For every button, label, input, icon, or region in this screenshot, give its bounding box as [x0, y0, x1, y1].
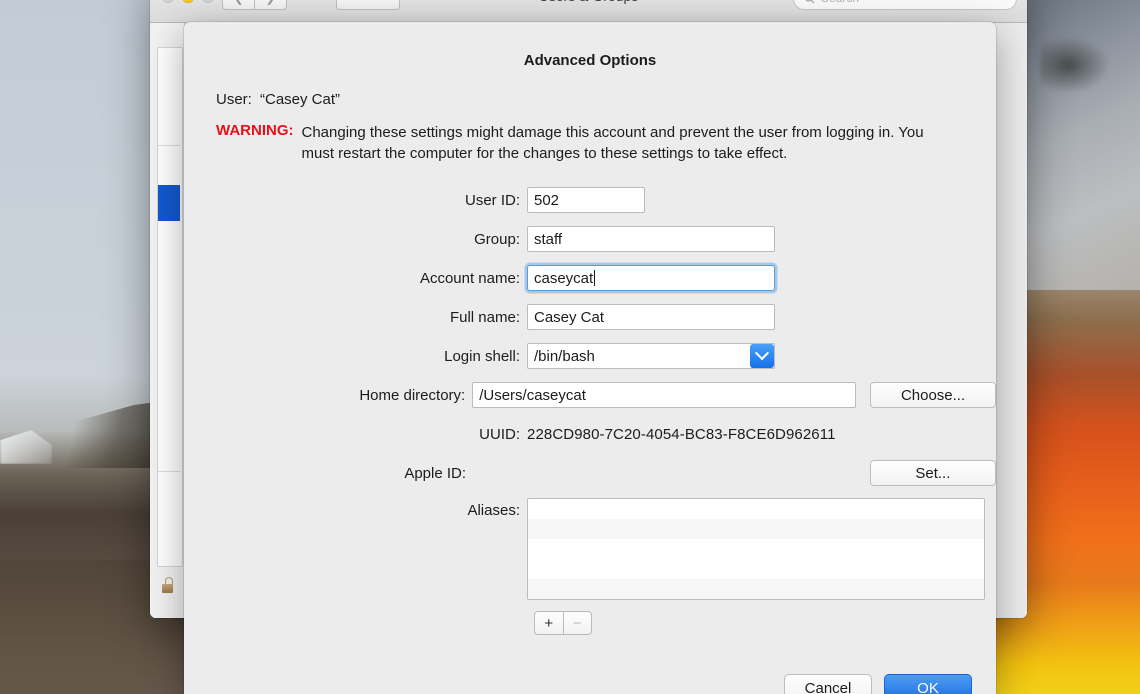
full-name-value: Casey Cat [534, 309, 604, 326]
home-directory-value: /Users/caseycat [479, 387, 586, 404]
user-label: User: [216, 91, 260, 108]
choose-button[interactable]: Choose... [870, 382, 996, 408]
ok-button[interactable]: OK [884, 674, 972, 694]
advanced-options-form: User ID: 502 Group: staff Account name: … [184, 186, 996, 635]
full-name-row: Full name: Casey Cat [184, 303, 996, 331]
warning-row: WARNING: Changing these settings might d… [216, 122, 996, 164]
full-name-label: Full name: [184, 309, 527, 326]
uuid-value: 228CD980-7C20-4054-BC83-F8CE6D962611 [527, 426, 836, 443]
account-name-row: Account name: caseycat [184, 264, 996, 292]
sheet-title: Advanced Options [184, 52, 996, 69]
window-titlebar: ❮ ❯ •••• Users & Groups Search [150, 0, 1027, 23]
alias-list-row [528, 519, 984, 539]
sidebar-item-selected-user[interactable] [158, 185, 180, 221]
aliases-add-remove-group[interactable]: + − [534, 611, 592, 635]
alias-list-row [528, 559, 984, 579]
cancel-button[interactable]: Cancel [784, 674, 872, 694]
account-name-input[interactable]: caseycat [527, 265, 775, 291]
search-field[interactable]: Search [793, 0, 1017, 10]
text-caret [594, 270, 595, 286]
user-row: User: “Casey Cat” [216, 91, 996, 108]
login-shell-input[interactable]: /bin/bash [527, 343, 775, 369]
alias-list-row [528, 499, 984, 519]
warning-label: WARNING: [216, 122, 294, 164]
login-shell-combobox[interactable]: /bin/bash [527, 343, 775, 369]
sheet-action-buttons: Cancel OK [784, 674, 972, 694]
sidebar-divider [158, 145, 180, 146]
chevron-down-icon [755, 346, 769, 360]
alias-list-row [528, 539, 984, 559]
group-value: staff [534, 231, 562, 248]
lock-body [162, 584, 173, 593]
add-alias-button[interactable]: + [534, 611, 564, 635]
login-shell-dropdown-button[interactable] [750, 344, 774, 368]
warning-text: Changing these settings might damage thi… [302, 122, 938, 164]
user-value: “Casey Cat” [260, 91, 340, 108]
home-directory-row: Home directory: /Users/caseycat Choose..… [184, 381, 996, 409]
login-shell-value: /bin/bash [534, 348, 595, 365]
apple-id-row: Apple ID: Set... [184, 459, 996, 487]
group-input[interactable]: staff [527, 226, 775, 252]
accounts-list[interactable] [157, 47, 183, 567]
group-row: Group: staff [184, 225, 996, 253]
login-shell-label: Login shell: [184, 348, 527, 365]
full-name-input[interactable]: Casey Cat [527, 304, 775, 330]
screen: ❮ ❯ •••• Users & Groups Search [0, 0, 1140, 694]
account-name-label: Account name: [184, 270, 527, 287]
user-id-row: User ID: 502 [184, 186, 996, 214]
group-label: Group: [184, 231, 527, 248]
advanced-options-sheet: Advanced Options User: “Casey Cat” WARNI… [184, 22, 996, 694]
account-name-value: caseycat [534, 270, 593, 287]
search-icon [804, 0, 815, 4]
wallpaper-rock-shadow [1040, 36, 1110, 94]
accounts-sidebar[interactable] [150, 23, 185, 618]
alias-list-row [528, 579, 984, 599]
home-directory-label: Home directory: [184, 387, 472, 404]
uuid-row: UUID: 228CD980-7C20-4054-BC83-F8CE6D9626… [184, 420, 996, 448]
uuid-label: UUID: [184, 426, 527, 443]
aliases-list[interactable] [527, 498, 985, 600]
home-directory-input[interactable]: /Users/caseycat [472, 382, 856, 408]
apple-id-label: Apple ID: [184, 465, 473, 482]
aliases-row: Aliases: [184, 498, 996, 600]
user-id-input[interactable]: 502 [527, 187, 645, 213]
user-id-label: User ID: [184, 192, 527, 209]
search-placeholder: Search [821, 0, 859, 5]
login-shell-row: Login shell: /bin/bash [184, 342, 996, 370]
user-id-value: 502 [534, 192, 559, 209]
set-apple-id-button[interactable]: Set... [870, 460, 996, 486]
lock-icon[interactable] [162, 577, 173, 593]
remove-alias-button[interactable]: − [564, 611, 593, 635]
sidebar-divider [158, 471, 180, 472]
aliases-label: Aliases: [184, 498, 527, 519]
